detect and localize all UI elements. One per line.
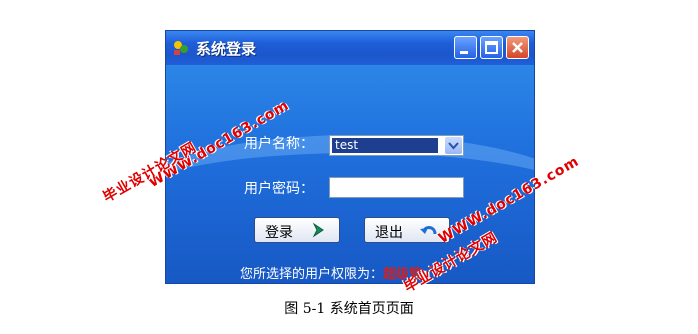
exit-button-label: 退出 <box>375 225 403 241</box>
exit-button[interactable]: 退出 <box>364 217 450 243</box>
permission-line: 您所选择的用户权限为：超级管 <box>240 263 422 282</box>
close-icon <box>512 42 523 53</box>
arrow-right-icon <box>312 222 324 238</box>
maximize-icon <box>485 41 498 54</box>
figure-caption: 图 5-1 系统首页页面 <box>284 301 414 317</box>
username-label: 用户名称： <box>244 136 314 152</box>
username-select-value: test <box>332 138 438 153</box>
permission-label: 您所选择的用户权限为： <box>240 267 384 282</box>
dropdown-arrow-button[interactable] <box>445 137 462 154</box>
password-label: 用户密码： <box>244 181 314 197</box>
username-select[interactable]: test <box>329 135 464 156</box>
title-bar[interactable]: 系统登录 <box>166 31 534 65</box>
window-title: 系统登录 <box>196 40 257 58</box>
undo-icon <box>420 226 437 235</box>
close-button[interactable] <box>506 36 529 59</box>
chevron-down-icon <box>448 142 459 150</box>
minimize-button[interactable] <box>454 36 477 59</box>
password-field[interactable] <box>329 177 464 198</box>
minimize-icon <box>460 51 468 54</box>
login-button-label: 登录 <box>265 225 293 241</box>
maximize-button[interactable] <box>480 36 503 59</box>
login-button[interactable]: 登录 <box>254 217 340 243</box>
app-icon <box>172 39 190 57</box>
